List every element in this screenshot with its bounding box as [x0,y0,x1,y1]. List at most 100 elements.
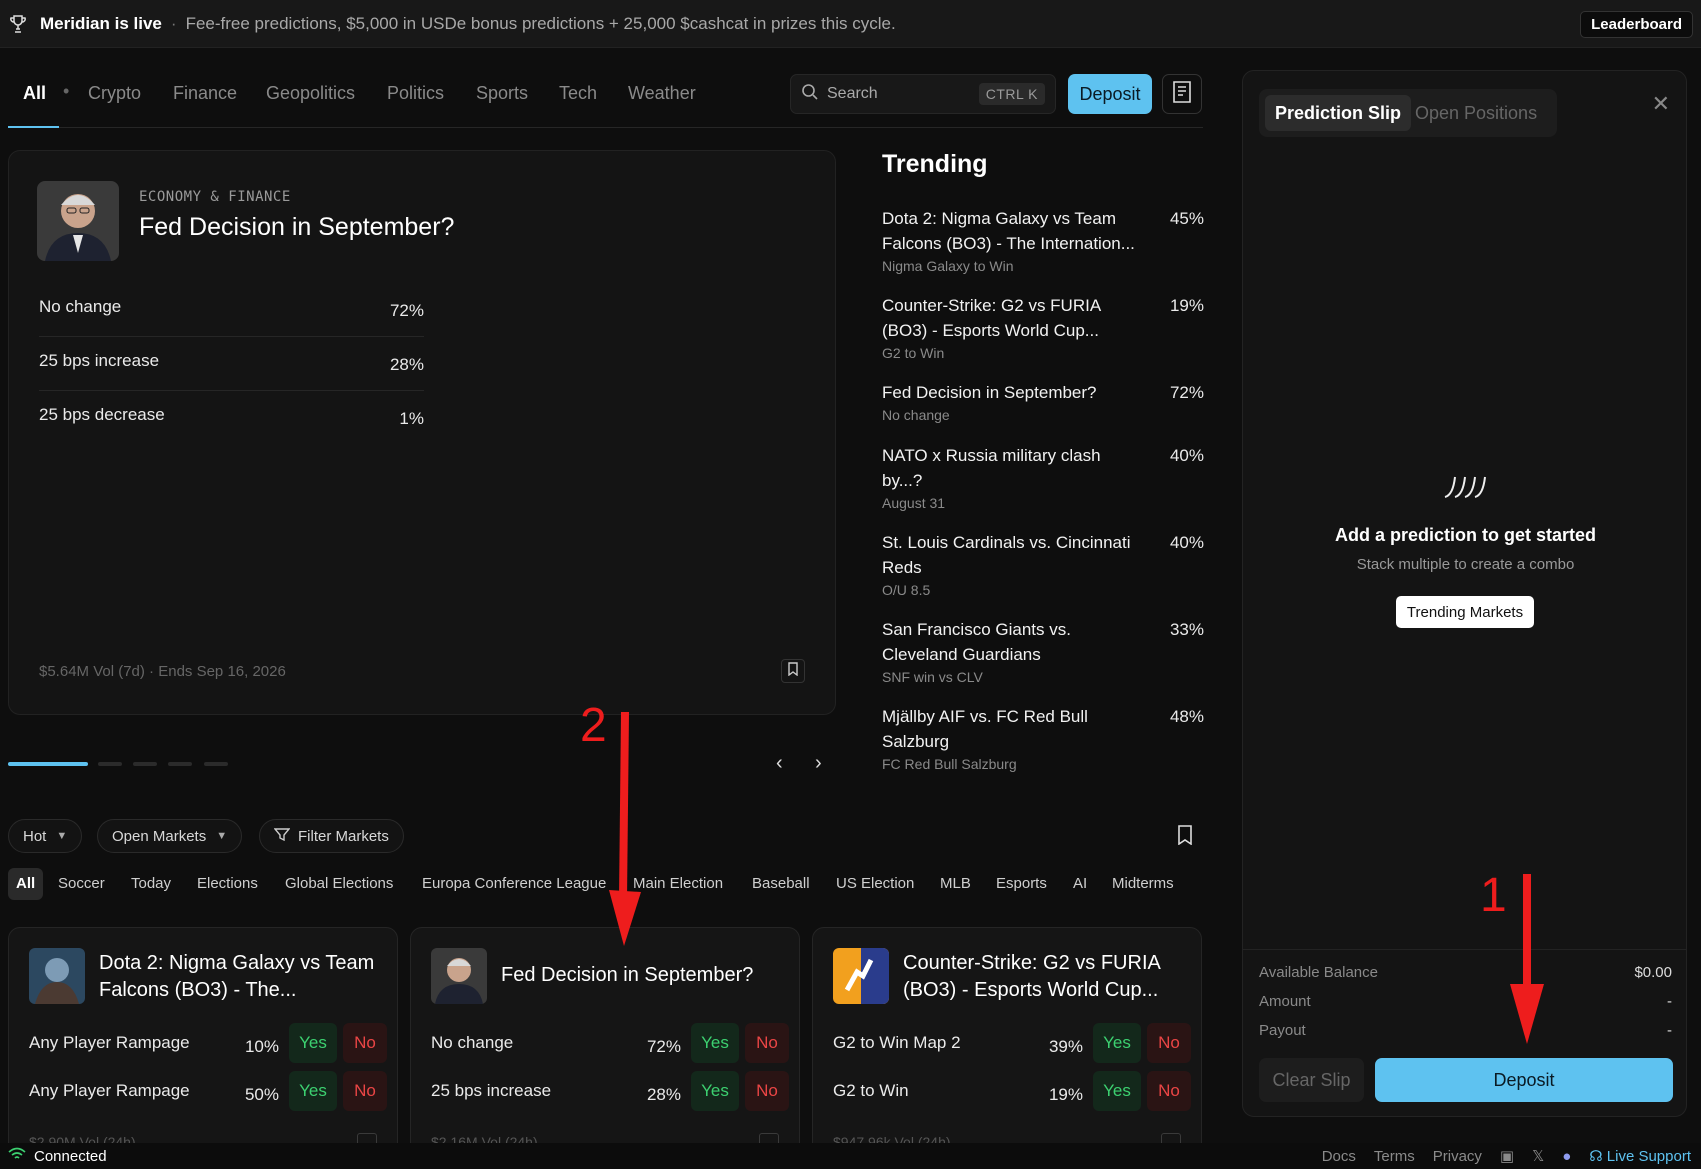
outcome-row[interactable]: 25 bps decrease 1% [39,391,424,445]
tab-all[interactable]: All [23,83,46,104]
payout-label: Payout [1259,1022,1306,1039]
market-title[interactable]: Dota 2: Nigma Galaxy vs Team Falcons (BO… [99,950,379,1004]
sort-dropdown[interactable]: Hot ▼ [8,819,83,853]
carousel-dot-active[interactable] [8,762,88,766]
chip-global-elections[interactable]: Global Elections [285,868,393,900]
outcome-label: 25 bps increase [39,351,160,370]
trending-markets-button[interactable]: Trending Markets [1396,596,1534,628]
trending-item[interactable]: Dota 2: Nigma Galaxy vs Team Falcons (BO… [882,206,1204,274]
trending-item[interactable]: NATO x Russia military clash by...? Augu… [882,443,1204,511]
yes-button[interactable]: Yes [289,1071,337,1111]
leaderboard-button[interactable]: Leaderboard [1580,11,1693,38]
outcome-label: Any Player Rampage [29,1033,190,1052]
outcome-row[interactable]: 25 bps increase 28% [39,337,424,391]
tab-crypto[interactable]: Crypto [88,83,141,104]
book-icon[interactable]: ▣ [1500,1147,1514,1165]
bookmarks-button[interactable] [1162,74,1202,114]
tab-geopolitics[interactable]: Geopolitics [266,83,355,104]
outcome-pct: 28% [646,1085,681,1104]
chip-europa-conference-league[interactable]: Europa Conference League [422,868,606,900]
featured-market-card[interactable]: ECONOMY & FINANCE Fed Decision in Septem… [8,150,836,715]
market-title[interactable]: Counter-Strike: G2 vs FURIA (BO3) - Espo… [903,950,1183,1004]
market-card[interactable]: Counter-Strike: G2 vs FURIA (BO3) - Espo… [812,927,1202,1167]
trending-pct: 45% [1169,209,1204,228]
amount-row: Amount - [1259,993,1672,1010]
chevron-right-icon[interactable]: › [815,752,822,775]
chevron-left-icon[interactable]: ‹ [776,752,783,775]
no-button[interactable]: No [745,1071,789,1111]
chip-elections[interactable]: Elections [197,868,258,900]
no-button[interactable]: No [1147,1023,1191,1063]
yes-button[interactable]: Yes [1093,1023,1141,1063]
chip-today[interactable]: Today [131,868,171,900]
discord-icon[interactable]: ● [1562,1148,1571,1165]
outcome-label: 25 bps decrease [39,405,165,424]
chip-soccer[interactable]: Soccer [58,868,105,900]
chip-us-election[interactable]: US Election [836,868,914,900]
empty-title: Add a prediction to get started [1334,525,1597,545]
terms-link[interactable]: Terms [1374,1148,1415,1165]
sort-label: Hot [23,827,47,845]
market-card[interactable]: Dota 2: Nigma Galaxy vs Team Falcons (BO… [8,927,398,1167]
privacy-link[interactable]: Privacy [1433,1148,1482,1165]
tab-finance[interactable]: Finance [173,83,237,104]
filter-markets-button[interactable]: Filter Markets [259,819,404,853]
carousel-dot[interactable] [204,762,228,766]
yes-button[interactable]: Yes [691,1023,739,1063]
tab-prediction-slip[interactable]: Prediction Slip [1265,95,1412,131]
market-card[interactable]: Fed Decision in September? No change 72%… [410,927,800,1167]
tab-weather[interactable]: Weather [628,83,696,104]
search-icon [801,83,819,106]
tab-politics[interactable]: Politics [387,83,444,104]
chip-midterms[interactable]: Midterms [1112,868,1174,900]
carousel-dot[interactable] [133,762,157,766]
trending-item[interactable]: Fed Decision in September? No change 72% [882,380,1204,423]
trending-item[interactable]: Counter-Strike: G2 vs FURIA (BO3) - Espo… [882,293,1204,361]
no-button[interactable]: No [745,1023,789,1063]
tab-sports[interactable]: Sports [476,83,528,104]
bookmark-button[interactable] [781,659,805,683]
chip-mlb[interactable]: MLB [940,868,971,900]
chip-main-election[interactable]: Main Election [633,868,723,900]
search-input[interactable]: Search CTRL K [790,74,1056,114]
market-title[interactable]: Fed Decision in September? [139,213,454,242]
live-support-link[interactable]: ☊ Live Support [1589,1147,1691,1165]
status-dropdown[interactable]: Open Markets ▼ [97,819,243,853]
trending-item[interactable]: San Francisco Giants vs. Cleveland Guard… [882,617,1204,685]
clear-slip-button[interactable]: Clear Slip [1259,1058,1364,1102]
yes-button[interactable]: Yes [691,1071,739,1111]
x-icon[interactable]: 𝕏 [1532,1147,1544,1165]
carousel-dot[interactable] [168,762,192,766]
chip-baseball[interactable]: Baseball [752,868,810,900]
no-button[interactable]: No [1147,1071,1191,1111]
docs-link[interactable]: Docs [1322,1148,1356,1165]
outcome-pct: 72% [646,1037,681,1056]
yes-button[interactable]: Yes [1093,1071,1141,1111]
outcome-row[interactable]: No change 72% [39,283,424,337]
active-tab-indicator [8,126,59,128]
trending-question: Mjällby AIF vs. FC Red Bull Salzburg [882,707,1088,751]
trending-pct: 48% [1169,707,1204,726]
deposit-button[interactable]: Deposit [1068,74,1152,114]
market-row: Any Player Rampage 10% Yes No [29,1023,387,1065]
slip-deposit-button[interactable]: Deposit [1375,1058,1673,1102]
market-title[interactable]: Fed Decision in September? [501,962,781,989]
chip-ai[interactable]: AI [1073,868,1087,900]
tab-open-positions[interactable]: Open Positions [1405,95,1547,131]
close-icon[interactable]: ✕ [1652,91,1670,117]
trending-item[interactable]: St. Louis Cardinals vs. Cincinnati Reds … [882,530,1204,598]
chip-all[interactable]: All [8,868,44,900]
market-avatar [833,948,889,1004]
chip-esports[interactable]: Esports [996,868,1047,900]
tab-tech[interactable]: Tech [559,83,597,104]
divider [1243,949,1686,950]
no-button[interactable]: No [343,1071,387,1111]
market-row: No change 72% Yes No [431,1023,789,1065]
yes-button[interactable]: Yes [289,1023,337,1063]
outcome-pct: 1% [399,409,424,428]
no-button[interactable]: No [343,1023,387,1063]
connection-label: Connected [34,1147,107,1165]
bookmark-icon[interactable] [1176,825,1194,850]
carousel-dot[interactable] [98,762,122,766]
trending-item[interactable]: Mjällby AIF vs. FC Red Bull Salzburg FC … [882,704,1204,772]
